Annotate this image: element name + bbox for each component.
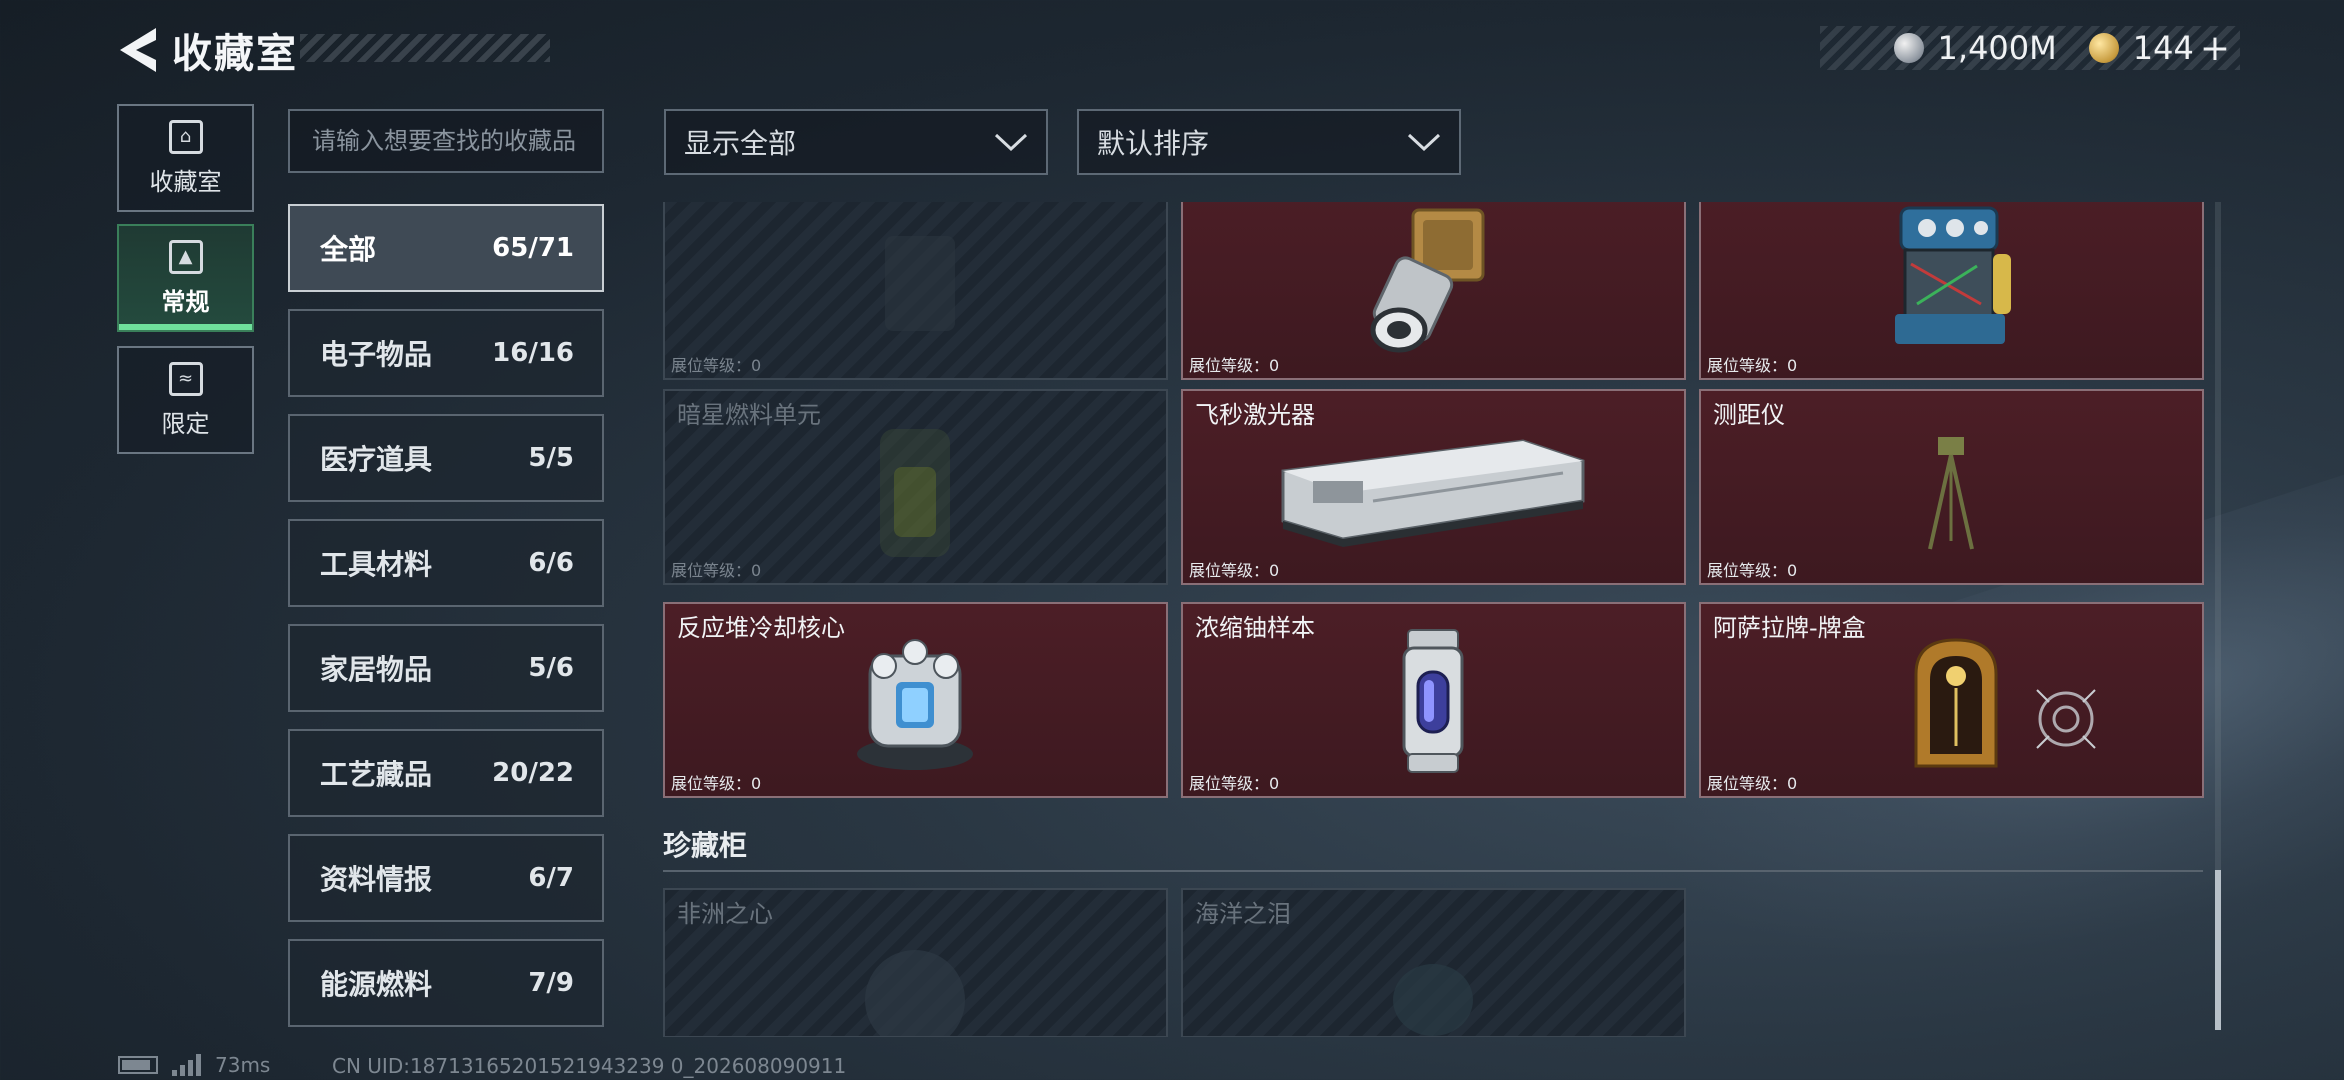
reactor-core-icon — [857, 639, 973, 770]
target-marker-icon[interactable] — [2031, 684, 2101, 754]
gold-amount: 144 — [2132, 29, 2194, 67]
item-level: 展位等级：0 — [1707, 356, 1798, 375]
filter-label: 显示全部 — [684, 127, 797, 160]
nav-label: 收藏室 — [149, 167, 222, 196]
category-name: 医疗道具 — [320, 443, 433, 476]
laser-device-icon — [1281, 439, 1585, 547]
category-name: 工艺藏品 — [320, 758, 433, 791]
nav-label: 限定 — [161, 409, 210, 438]
battery-icon — [885, 236, 955, 331]
fuel-cell-icon — [880, 429, 950, 557]
category-count: 5/5 — [528, 443, 574, 473]
category-name: 全部 — [320, 233, 377, 266]
collection-room-icon: ⌂ — [168, 119, 203, 154]
item-level: 展位等级：0 — [1189, 561, 1280, 580]
category-all[interactable]: 全部 65/71 — [288, 204, 604, 292]
item-level: 展位等级：0 — [1189, 356, 1280, 375]
silver-coin-icon — [1893, 33, 1924, 63]
item-name: 浓缩铀样本 — [1195, 614, 1315, 642]
cabinet-card[interactable]: 海洋之泪 — [1181, 888, 1686, 1037]
item-level: 展位等级：0 — [671, 356, 762, 375]
item-name: 暗星燃料单元 — [677, 401, 821, 429]
collection-grid: 展位等级：0 展位等级：0 展位等级：0 暗星燃料单元 展位等级：0 飞秒激光器… — [660, 202, 2215, 1037]
cabinet-section-title: 珍藏柜 — [663, 829, 748, 862]
sort-label: 默认排序 — [1097, 127, 1210, 160]
chevron-down-icon — [1407, 133, 1441, 152]
uranium-canister-icon — [1402, 629, 1464, 773]
category-name: 电子物品 — [320, 338, 433, 371]
signal-icon — [172, 1054, 201, 1076]
item-name: 海洋之泪 — [1195, 900, 1291, 928]
filter-dropdown[interactable]: 显示全部 — [664, 109, 1048, 175]
item-card[interactable]: 暗星燃料单元 展位等级：0 — [663, 389, 1168, 585]
rangefinder-icon — [1928, 437, 1974, 550]
gold-coin-icon — [2088, 33, 2119, 63]
silver-amount: 1,400M — [1937, 29, 2057, 67]
item-card[interactable]: 浓缩铀样本 展位等级：0 — [1181, 602, 1686, 798]
item-card[interactable]: 展位等级：0 — [1181, 202, 1686, 380]
item-card[interactable]: 展位等级：0 — [663, 202, 1168, 380]
category-electronics[interactable]: 电子物品 16/16 — [288, 309, 604, 397]
nav-label: 常规 — [161, 287, 210, 316]
camera-lens-icon — [1370, 208, 1485, 353]
item-level: 展位等级：0 — [1707, 774, 1798, 793]
category-count: 16/16 — [492, 338, 574, 368]
category-name: 家居物品 — [320, 653, 433, 686]
item-level: 展位等级：0 — [1189, 774, 1280, 793]
battery-icon — [118, 1056, 158, 1074]
uid-text: CN UID:18713165201521943239 0_2026080909… — [332, 1054, 847, 1078]
category-name: 工具材料 — [320, 548, 433, 581]
machine-icon — [1895, 206, 2011, 344]
category-household[interactable]: 家居物品 5/6 — [288, 624, 604, 712]
category-count: 20/22 — [492, 758, 574, 788]
item-card[interactable]: 飞秒激光器 展位等级：0 — [1181, 389, 1686, 585]
status-footer: 73ms — [118, 1052, 270, 1078]
item-level: 展位等级：0 — [1707, 561, 1798, 580]
category-energy[interactable]: 能源燃料 7/9 — [288, 939, 604, 1027]
gem-tear-icon — [1393, 964, 1473, 1036]
item-name: 测距仪 — [1713, 401, 1785, 429]
title-decoration — [300, 34, 550, 62]
regular-icon: ▲ — [168, 239, 203, 274]
gem-heart-icon — [865, 950, 965, 1036]
ping-value: 73ms — [215, 1053, 271, 1077]
sort-dropdown[interactable]: 默认排序 — [1077, 109, 1461, 175]
category-count: 6/7 — [528, 863, 574, 893]
item-card[interactable]: 反应堆冷却核心 展位等级：0 — [663, 602, 1168, 798]
nav-collection-room[interactable]: ⌂ 收藏室 — [117, 104, 254, 212]
item-name: 飞秒激光器 — [1195, 401, 1315, 429]
add-currency-icon[interactable]: + — [2200, 28, 2230, 69]
category-count: 6/6 — [528, 548, 574, 578]
category-tools[interactable]: 工具材料 6/6 — [288, 519, 604, 607]
category-medical[interactable]: 医疗道具 5/5 — [288, 414, 604, 502]
item-card[interactable]: 展位等级：0 — [1699, 202, 2204, 380]
category-intel[interactable]: 资料情报 6/7 — [288, 834, 604, 922]
category-count: 5/6 — [528, 653, 574, 683]
category-name: 资料情报 — [320, 863, 433, 896]
back-arrow-icon[interactable] — [116, 24, 160, 76]
search-input[interactable] — [288, 109, 604, 173]
page-title: 收藏室 — [172, 31, 298, 77]
item-name: 阿萨拉牌-牌盒 — [1713, 614, 1866, 642]
category-name: 能源燃料 — [320, 968, 433, 1001]
category-count: 65/71 — [492, 233, 574, 263]
item-card[interactable]: 阿萨拉牌-牌盒 展位等级：0 — [1699, 602, 2204, 798]
item-level: 展位等级：0 — [671, 774, 762, 793]
cabinet-card[interactable]: 非洲之心 — [663, 888, 1168, 1037]
currency-bar: 1,400M 144 + — [1820, 26, 2240, 70]
limited-icon: ≈ — [168, 361, 203, 396]
category-count: 7/9 — [528, 968, 574, 998]
nav-limited[interactable]: ≈ 限定 — [117, 346, 254, 454]
category-crafts[interactable]: 工艺藏品 20/22 — [288, 729, 604, 817]
section-divider — [663, 870, 2203, 872]
chevron-down-icon — [994, 133, 1028, 152]
card-box-icon — [1914, 638, 1998, 768]
item-level: 展位等级：0 — [671, 561, 762, 580]
item-name: 非洲之心 — [677, 900, 773, 928]
nav-regular[interactable]: ▲ 常规 — [117, 224, 254, 332]
page-header: 收藏室 — [116, 20, 298, 80]
item-card[interactable]: 测距仪 展位等级：0 — [1699, 389, 2204, 585]
scrollbar-thumb[interactable] — [2215, 870, 2221, 1030]
item-name: 反应堆冷却核心 — [677, 614, 845, 642]
